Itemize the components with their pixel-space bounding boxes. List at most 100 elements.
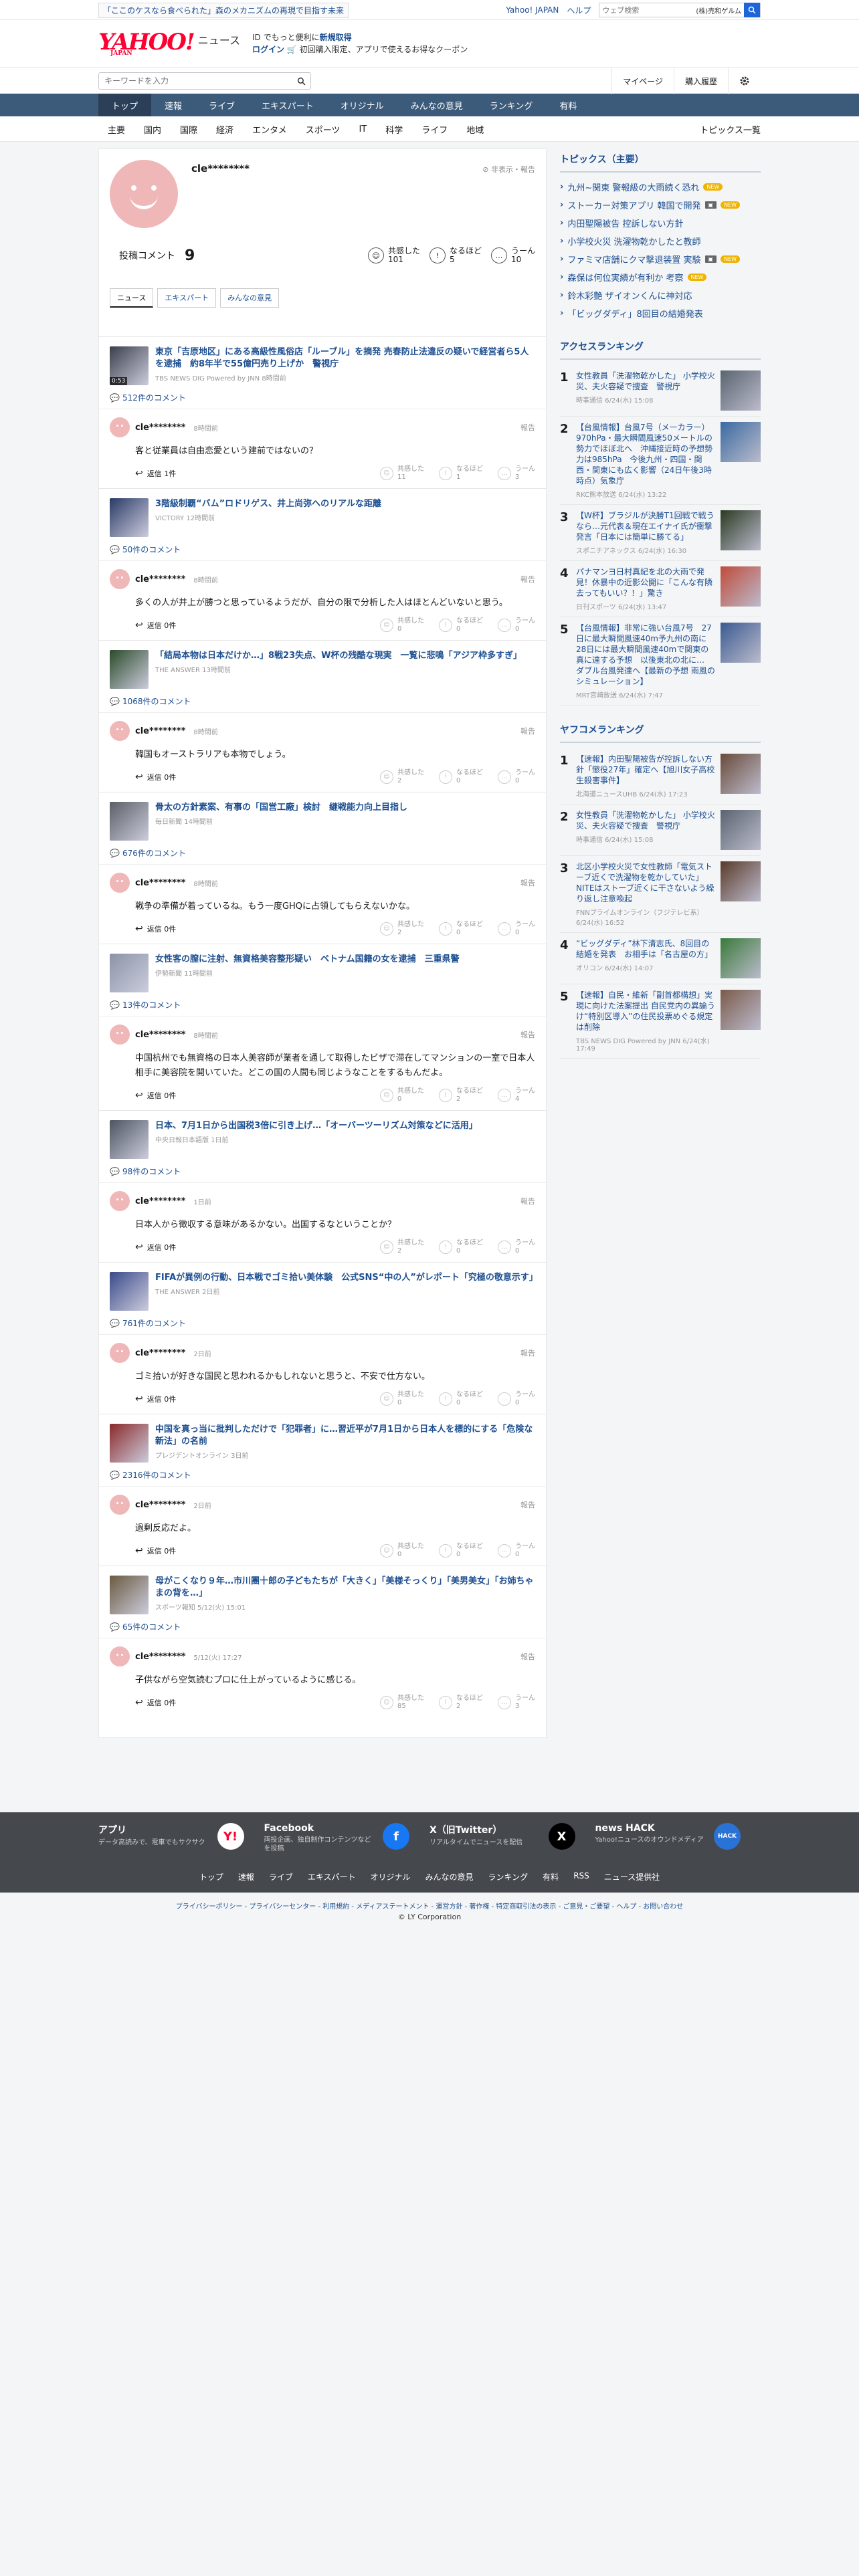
empathy-button[interactable]: ☺ 共感した 0	[380, 1543, 424, 1559]
article-title[interactable]: 日本、7月1日から出国税3倍に引き上げ…「オーバーツーリズム対策などに活用」	[155, 1120, 478, 1132]
ranking-thumbnail[interactable]	[721, 422, 761, 462]
ranking-item[interactable]: 1 【速報】内田聖陽被告が控訴しない方針「懲役27年」確定へ【旭川女子高校生殺害事…	[560, 748, 761, 804]
ranking-title[interactable]: 【速報】内田聖陽被告が控訴しない方針「懲役27年」確定へ【旭川女子高校生殺害事件…	[576, 754, 715, 786]
hmm-button[interactable]: … うーん 0	[498, 1391, 535, 1407]
ranking-thumbnail[interactable]	[721, 370, 761, 411]
login-link[interactable]: ログイン	[252, 45, 284, 54]
ranking-title[interactable]: 女性教員「洗濯物乾かした」 小学校火災、夫火容疑で捜査 警視庁	[576, 810, 715, 831]
nav-opinion[interactable]: みんなの意見	[397, 94, 476, 116]
footer-nav-item[interactable]: ランキング	[488, 1871, 529, 1883]
cat-entertainment[interactable]: エンタメ	[243, 123, 296, 136]
article-link[interactable]: 0:53 東京「吉原地区」にある高級性風俗店「ルーブル」を摘発 売春防止法違反の疑…	[110, 346, 535, 385]
ranking-title[interactable]: 北区小学校火災で女性教師「電気ストーブ近くで洗濯物を乾かしていた」 NITEはス…	[576, 861, 715, 904]
comment-count-link[interactable]: 💬 65件のコメント	[110, 1621, 535, 1632]
nav-expert[interactable]: エキスパート	[248, 94, 327, 116]
comment-count-link[interactable]: 💬 761件のコメント	[110, 1317, 535, 1329]
footer-col-icon[interactable]: HACK	[714, 1823, 741, 1850]
topic-text[interactable]: 「ビッグダディ」8回目の結婚発表	[567, 307, 702, 320]
empathy-button[interactable]: ☺ 共感した 85	[380, 1695, 424, 1711]
comment-count-link[interactable]: 💬 50件のコメント	[110, 544, 535, 555]
topic-item[interactable]: 鈴木彩艶 ザイオンくんに神対応	[560, 286, 761, 304]
cat-economy[interactable]: 経済	[207, 123, 243, 136]
history-link[interactable]: 購入履歴	[673, 68, 728, 94]
hide-report-link[interactable]: ⊘ 非表示・報告	[482, 164, 535, 175]
topic-text[interactable]: 内田聖陽被告 控訴しない方針	[567, 217, 683, 229]
ranking-thumbnail[interactable]	[721, 566, 761, 607]
hmm-button[interactable]: … うーん 0	[498, 921, 535, 937]
comment-count-link[interactable]: 💬 13件のコメント	[110, 999, 535, 1010]
article-link[interactable]: 母がこくなり９年…市川團十郎の子どもたちが「大きく」「美様そっくり」「美男美女」…	[110, 1576, 535, 1614]
search-icon[interactable]	[292, 77, 310, 86]
article-title[interactable]: 骨太の方針素案、有事の「国営工廠」検討 継戦能力向上目指し	[155, 802, 407, 814]
topic-text[interactable]: 森保は何位実績が有利か 考察	[567, 271, 683, 284]
legal-links[interactable]: プライバシーポリシー - プライバシーセンター - 利用規約 - メディアステー…	[0, 1901, 859, 1911]
comment-count-link[interactable]: 💬 2316件のコメント	[110, 1469, 535, 1481]
article-title[interactable]: 中国を真っ当に批判しただけで「犯罪者」に…習近平が7月1日から日本人を標的にする…	[155, 1424, 535, 1448]
cat-world[interactable]: 国際	[171, 123, 207, 136]
empathy-button[interactable]: ☺ 共感した 2	[380, 921, 424, 937]
cat-it[interactable]: IT	[349, 124, 376, 134]
footer-nav-item[interactable]: RSS	[573, 1871, 589, 1883]
mypage-link[interactable]: マイページ	[611, 68, 674, 94]
empathy-button[interactable]: ☺ 共感した 11	[380, 465, 424, 481]
footer-nav-item[interactable]: トップ	[199, 1871, 223, 1883]
topic-item[interactable]: 内田聖陽被告 控訴しない方針	[560, 214, 761, 232]
ranking-thumbnail[interactable]	[721, 623, 761, 663]
insight-button[interactable]: ! なるほど 0	[439, 1239, 483, 1255]
comment-count-link[interactable]: 💬 98件のコメント	[110, 1166, 535, 1177]
ranking-title[interactable]: “ビッグダディ”林下清志氏、8回目の結婚を発表 お相手は「名古屋の方」	[576, 938, 715, 960]
topic-item[interactable]: 九州~関東 警報級の大雨続く恐れ NEW	[560, 178, 761, 196]
replies-link[interactable]: ↩ 返信 1件	[135, 468, 176, 479]
article-thumbnail[interactable]	[110, 650, 149, 689]
footer-nav-item[interactable]: みんなの意見	[425, 1871, 474, 1883]
comment-count-link[interactable]: 💬 676件のコメント	[110, 847, 535, 859]
comment-count-link[interactable]: 💬 1068件のコメント	[110, 695, 535, 707]
nav-original[interactable]: オリジナル	[327, 94, 397, 116]
article-thumbnail[interactable]	[110, 1424, 149, 1463]
article-title[interactable]: 「結局本物は日本だけか…」8戦23失点、W杯の残酷な現実 一覧に悲鳴「アジア枠多…	[155, 650, 522, 662]
yahoo-news-logo[interactable]: YAHOO! JAPAN	[98, 31, 195, 57]
ranking-item[interactable]: 3 【W杯】ブラジルが決勝T1回戦で戦うなら…元代表＆現在エイナイ氏が衝撃発言「日…	[560, 505, 761, 561]
topic-text[interactable]: ファミマ店舗にクマ撃退装置 実験	[567, 253, 700, 265]
article-link[interactable]: 3階級制覇“バム”ロドリゲス、井上尚弥へのリアルな距離 VICTORY 12時間前	[110, 498, 535, 537]
article-thumbnail[interactable]	[110, 1272, 149, 1311]
topics-list-link[interactable]: トピックス一覧	[700, 123, 761, 136]
footer-nav-item[interactable]: オリジナル	[371, 1871, 411, 1883]
footer-nav-item[interactable]: エキスパート	[308, 1871, 356, 1883]
ranking-thumbnail[interactable]	[721, 938, 761, 978]
tab-expert[interactable]: エキスパート	[157, 288, 217, 308]
nav-ranking[interactable]: ランキング	[476, 94, 547, 116]
insight-button[interactable]: ! なるほど 2	[439, 1087, 483, 1103]
article-thumbnail[interactable]	[110, 802, 149, 841]
article-title[interactable]: FIFAが異例の行動、日本戦でゴミ拾い美体験 公式SNS“中の人”がレポート「究…	[155, 1272, 538, 1284]
topic-text[interactable]: 九州~関東 警報級の大雨続く恐れ	[567, 181, 699, 193]
article-thumbnail[interactable]: 0:53	[110, 346, 149, 385]
topic-item[interactable]: 「ビッグダディ」8回目の結婚発表	[560, 304, 761, 322]
empathy-button[interactable]: ☺ 共感した 0	[380, 1087, 424, 1103]
footer-col-icon[interactable]: X	[548, 1823, 575, 1850]
insight-button[interactable]: ! なるほど 0	[439, 1543, 483, 1559]
report-link[interactable]: 報告	[520, 422, 535, 433]
topic-item[interactable]: 小学校火災 洗濯物乾かしたと教師	[560, 232, 761, 250]
topic-text[interactable]: ストーカー対策アプリ 韓国で開発	[567, 199, 700, 211]
insight-button[interactable]: ! なるほど 0	[439, 769, 483, 785]
topic-item[interactable]: 森保は何位実績が有利か 考察 NEW	[560, 268, 761, 286]
ranking-item[interactable]: 3 北区小学校火災で女性教師「電気ストーブ近くで洗濯物を乾かしていた」 NITEは…	[560, 856, 761, 933]
tab-opinion[interactable]: みんなの意見	[220, 288, 280, 308]
article-thumbnail[interactable]	[110, 954, 149, 992]
cat-main[interactable]: 主要	[98, 123, 134, 136]
ranking-thumbnail[interactable]	[721, 861, 761, 901]
hmm-button[interactable]: … うーん 0	[498, 617, 535, 633]
article-title[interactable]: 母がこくなり９年…市川團十郎の子どもたちが「大きく」「美様そっくり」「美男美女」…	[155, 1576, 535, 1600]
ranking-item[interactable]: 5 【台風情報】非常に強い台風7号 27日に最大瞬間風速40m予九州の南に 28日…	[560, 617, 761, 706]
report-link[interactable]: 報告	[520, 574, 535, 584]
ranking-thumbnail[interactable]	[721, 990, 761, 1030]
replies-link[interactable]: ↩ 返信 0件	[135, 1090, 176, 1101]
web-search-button[interactable]	[744, 3, 760, 17]
article-thumbnail[interactable]	[110, 498, 149, 537]
ranking-item[interactable]: 4 “ビッグダディ”林下清志氏、8回目の結婚を発表 お相手は「名古屋の方」 オリコン…	[560, 933, 761, 984]
footer-col-1[interactable]: アプリ データ高読みで、電車でもサクサク Y!	[98, 1823, 244, 1866]
article-link[interactable]: 日本、7月1日から出国税3倍に引き上げ…「オーバーツーリズム対策などに活用」 中央…	[110, 1120, 535, 1159]
replies-link[interactable]: ↩ 返信 0件	[135, 1697, 176, 1708]
empathy-button[interactable]: ☺ 共感した 2	[380, 1239, 424, 1255]
